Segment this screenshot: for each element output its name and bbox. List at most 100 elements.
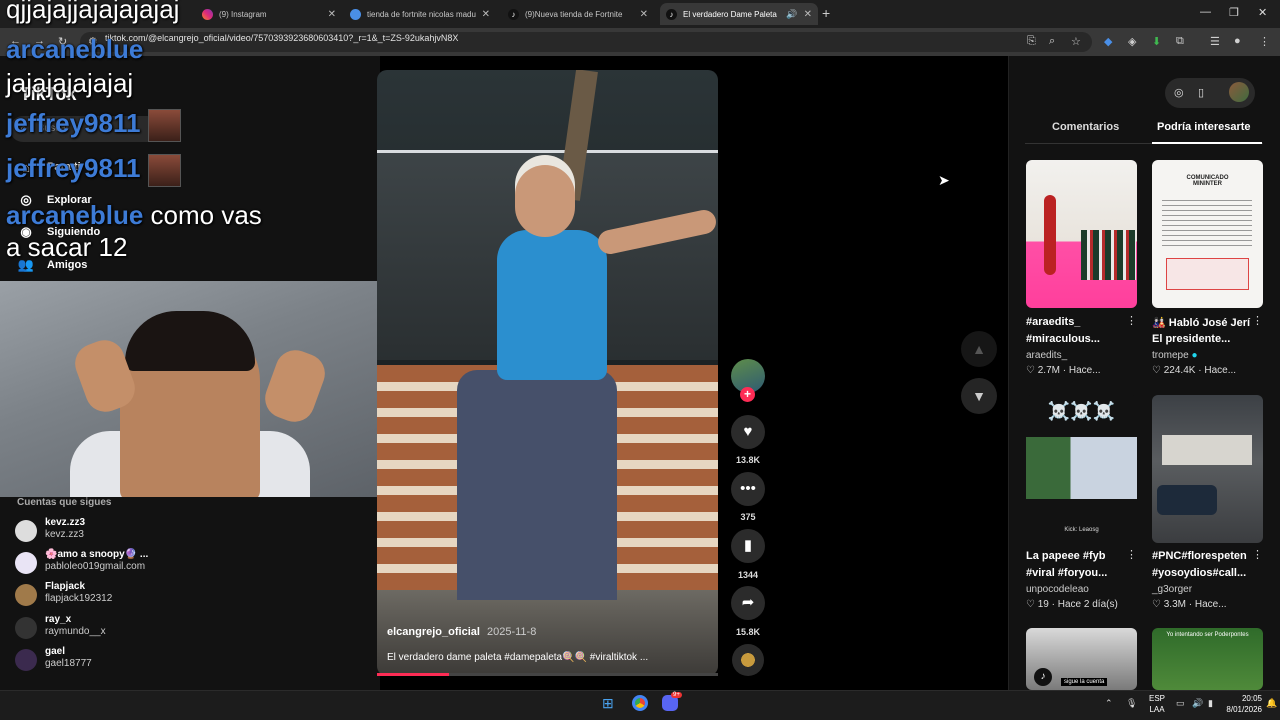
previous-video-button[interactable]: ▲ xyxy=(961,331,997,367)
video-progress-bar[interactable] xyxy=(377,673,718,676)
video-player[interactable] xyxy=(377,70,718,676)
minimize-button[interactable]: — xyxy=(1200,6,1211,18)
more-options-icon[interactable]: ⋮ xyxy=(1252,548,1263,561)
video-thumbnail[interactable] xyxy=(1152,395,1263,543)
card-title[interactable]: #araedits_ xyxy=(1026,316,1126,328)
close-icon[interactable]: ✕ xyxy=(328,9,336,20)
restore-button[interactable]: ❐ xyxy=(1229,6,1239,19)
compass-icon[interactable]: ◎ xyxy=(1174,86,1184,99)
phone-icon[interactable]: ▯ xyxy=(1198,86,1204,99)
video-thumbnail[interactable]: ☠️☠️☠️ Kick: Leaosg xyxy=(1026,395,1137,543)
tab-podria-interesarte[interactable]: Podría interesarte xyxy=(1157,121,1251,133)
card-meta: ♡ 2.7M · Hace... xyxy=(1026,365,1101,376)
tab-comentarios[interactable]: Comentarios xyxy=(1052,121,1119,133)
card-title[interactable]: 🎎 Habló José Jerí xyxy=(1152,316,1252,329)
chevron-up-icon[interactable]: ⌃ xyxy=(1105,698,1113,709)
system-clock[interactable]: 20:05 8/01/2026 xyxy=(1222,693,1262,715)
save-button[interactable]: ▮ xyxy=(731,529,765,563)
following-item[interactable]: kevz.zz3 kevz.zz3 xyxy=(15,517,315,545)
battery-icon[interactable]: ▮ xyxy=(1208,698,1213,709)
card-author[interactable]: unpocodeleao xyxy=(1026,584,1089,595)
heart-outline-icon: ♡ xyxy=(1152,599,1161,610)
tab-search-icon[interactable]: ☰ xyxy=(1210,35,1220,48)
heart-outline-icon: ♡ xyxy=(1026,599,1035,610)
network-icon[interactable]: ▭ xyxy=(1176,698,1185,709)
tab-tiktok-active[interactable]: ♪ El verdadero Dame Paleta 🔊 ✕ xyxy=(660,3,818,25)
install-app-icon[interactable]: ⎘ xyxy=(1027,35,1036,48)
card-title[interactable]: La papeee #fyb xyxy=(1026,550,1126,562)
following-item[interactable]: 🌸amo a snoopy🔮 ... pabloleo019gmail.com xyxy=(15,549,315,577)
card-author[interactable]: tromepe ● xyxy=(1152,350,1198,361)
tab-instagram[interactable]: (9) Instagram ✕ xyxy=(196,3,342,25)
video-description[interactable]: El verdadero dame paleta #damepaleta🍭🍭 #… xyxy=(387,652,648,663)
notifications-icon[interactable]: 🔔 xyxy=(1266,698,1277,709)
share-button[interactable]: ➦ xyxy=(731,586,765,620)
extension-icon[interactable]: ◆ xyxy=(1104,35,1112,48)
chat-username: jeffrey9811 xyxy=(6,108,141,138)
video-thumbnail[interactable]: COMUNICADO MININTER xyxy=(1152,160,1263,308)
video-thumbnail[interactable]: Yo intentando ser Poderpontes xyxy=(1152,628,1263,690)
card-author[interactable]: _g3orger xyxy=(1152,584,1192,595)
card-subtitle[interactable]: #yosoydios#call... xyxy=(1152,567,1252,579)
card-author[interactable]: araedits_ xyxy=(1026,350,1067,361)
close-icon[interactable]: ✕ xyxy=(640,9,648,20)
extensions-puzzle-icon[interactable]: ⧉ xyxy=(1176,35,1184,48)
tab-fortnite-search[interactable]: tienda de fortnite nicolas maduro ✕ xyxy=(344,3,496,25)
tab-title: (9)Nueva tienda de Fortnite xyxy=(525,9,623,19)
following-item[interactable]: ray_x raymundo__x xyxy=(15,614,315,642)
card-author-name: tromepe xyxy=(1152,350,1189,361)
zoom-icon[interactable]: ⌕ xyxy=(1049,35,1055,48)
close-icon[interactable]: ✕ xyxy=(482,9,490,20)
card-title[interactable]: #PNC#florespeten xyxy=(1152,550,1252,562)
card-views: 2.7M xyxy=(1037,365,1060,376)
tiktok-icon: ♪ xyxy=(1034,668,1052,686)
like-button[interactable]: ♥ xyxy=(731,415,765,449)
volume-icon[interactable]: 🔊 xyxy=(1192,698,1203,709)
following-name: ray_x xyxy=(45,614,72,625)
more-options-icon[interactable]: ⋮ xyxy=(1126,314,1137,327)
language-indicator[interactable]: ESP LAA xyxy=(1146,693,1168,715)
following-item[interactable]: Flapjack flapjack192312 xyxy=(15,581,315,609)
card-subtitle[interactable]: #viral #foryou... xyxy=(1026,567,1126,579)
extension-icon[interactable]: ◈ xyxy=(1128,35,1136,48)
chat-username: arcaneblue xyxy=(6,34,144,64)
extension-icon[interactable]: ⬇ xyxy=(1152,35,1161,48)
chrome-icon xyxy=(350,8,361,20)
bookmark-star-icon[interactable]: ☆ xyxy=(1071,35,1081,48)
webcam-hand xyxy=(259,344,331,428)
close-icon[interactable]: ✕ xyxy=(804,9,812,20)
chrome-taskbar-icon[interactable] xyxy=(632,695,648,714)
profile-avatar[interactable]: ● xyxy=(1234,35,1241,47)
video-thumbnail[interactable] xyxy=(1026,160,1137,308)
close-window-button[interactable]: ✕ xyxy=(1258,6,1267,19)
like-count: 13.8K xyxy=(735,455,761,465)
url-text[interactable]: tiktok.com/@elcangrejo_oficial/video/757… xyxy=(105,33,458,43)
card-time: Hace... xyxy=(1068,365,1101,376)
next-video-button[interactable]: ▼ xyxy=(961,378,997,414)
card-time: Hace... xyxy=(1204,365,1237,376)
card-subtitle[interactable]: #miraculous... xyxy=(1026,333,1126,345)
new-tab-button[interactable]: + xyxy=(822,5,830,21)
video-date: 2025-11-8 xyxy=(487,626,537,638)
comment-button[interactable]: ••• xyxy=(731,472,765,506)
card-subtitle[interactable]: El presidente... xyxy=(1152,333,1252,345)
following-item[interactable]: gael gael18777 xyxy=(15,646,315,674)
following-handle: flapjack192312 xyxy=(45,593,113,604)
following-header: Cuentas que sigues xyxy=(17,497,112,508)
more-options-icon[interactable]: ⋮ xyxy=(1126,548,1137,561)
avatar[interactable] xyxy=(1229,82,1249,102)
tab-tiktok-fortnite[interactable]: ♪ (9)Nueva tienda de Fortnite ✕ xyxy=(502,3,654,25)
following-name: kevz.zz3 xyxy=(45,517,86,528)
follow-plus-icon[interactable]: + xyxy=(740,387,755,402)
video-progress-fill xyxy=(377,673,449,676)
thumb-text-lines xyxy=(1162,200,1252,250)
microphone-icon[interactable]: 🎙 xyxy=(1126,698,1137,709)
video-author[interactable]: elcangrejo_oficial xyxy=(387,626,480,638)
video-thumbnail[interactable]: ♪ sigue la cuenta xyxy=(1026,628,1137,690)
webcam-hair xyxy=(125,311,255,371)
more-options-icon[interactable]: ⋮ xyxy=(1252,314,1263,327)
music-disc-icon[interactable] xyxy=(732,644,764,676)
menu-icon[interactable]: ⋮ xyxy=(1259,35,1270,48)
discord-taskbar-icon[interactable]: 9+ xyxy=(662,692,682,714)
windows-start-icon[interactable]: ⊞ xyxy=(602,695,614,712)
